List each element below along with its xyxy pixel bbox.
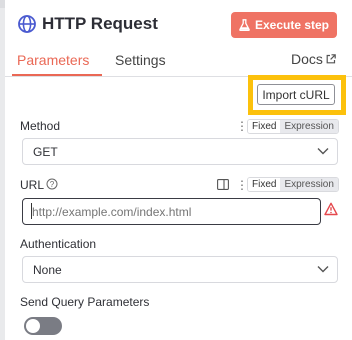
- import-curl-button[interactable]: Import cURL: [257, 84, 335, 105]
- url-mode-toggle: Fixed Expression: [247, 177, 339, 192]
- method-expression-option[interactable]: Expression: [280, 120, 338, 133]
- globe-icon: [18, 15, 36, 33]
- tab-parameters[interactable]: Parameters: [17, 51, 89, 69]
- url-label: URL: [20, 178, 45, 192]
- url-expression-option[interactable]: Expression: [280, 178, 338, 191]
- method-fixed-option[interactable]: Fixed: [248, 120, 281, 133]
- node-panel: HTTP Request Execute step Parameters Set…: [5, 0, 352, 340]
- tab-bar: Parameters Settings Docs: [5, 48, 352, 77]
- tab-settings[interactable]: Settings: [115, 51, 166, 69]
- authentication-value: None: [33, 263, 62, 277]
- svg-text:?: ?: [50, 180, 55, 189]
- execute-step-button[interactable]: Execute step: [231, 12, 337, 38]
- send-query-toggle[interactable]: [24, 317, 62, 335]
- chevron-down-icon: [317, 148, 329, 155]
- method-mode-toggle: Fixed Expression: [247, 119, 339, 134]
- method-value: GET: [33, 145, 58, 159]
- docs-link[interactable]: Docs: [291, 51, 336, 67]
- flask-icon: [239, 19, 250, 31]
- external-link-icon: [326, 54, 336, 64]
- url-fixed-option[interactable]: Fixed: [248, 178, 281, 191]
- chevron-down-icon: [317, 266, 329, 273]
- execute-step-label: Execute step: [254, 18, 330, 32]
- help-circle-icon[interactable]: ?: [46, 178, 58, 190]
- authentication-select[interactable]: None: [22, 256, 338, 283]
- authentication-label: Authentication: [20, 237, 97, 251]
- docs-label: Docs: [291, 51, 323, 67]
- node-title: HTTP Request: [42, 14, 158, 33]
- active-tab-underline: [12, 74, 102, 76]
- panel-icon[interactable]: [217, 179, 229, 190]
- url-input[interactable]: [22, 198, 321, 225]
- toggle-knob: [26, 319, 40, 333]
- method-select[interactable]: GET: [22, 138, 338, 165]
- send-query-label: Send Query Parameters: [20, 295, 150, 309]
- warning-icon: [324, 202, 338, 216]
- method-label: Method: [20, 119, 61, 133]
- text-cursor: [31, 203, 32, 219]
- panel-header: HTTP Request Execute step: [5, 0, 352, 48]
